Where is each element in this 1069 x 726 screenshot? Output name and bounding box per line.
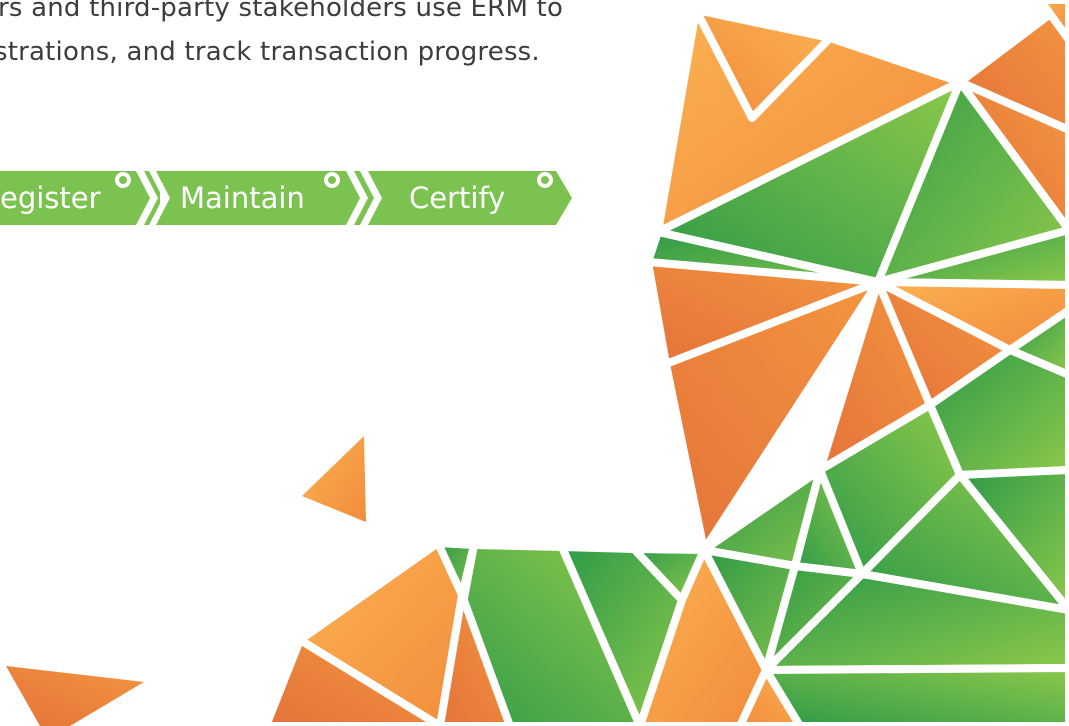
mosaic-tile xyxy=(762,664,1069,726)
floating-triangle-shard xyxy=(302,436,366,522)
ring-dot-icon xyxy=(324,172,340,188)
geometric-mosaic-illustration xyxy=(6,0,1069,726)
intro-text: rs and third-party stakeholders use ERM … xyxy=(0,0,640,74)
floating-triangle-shard xyxy=(6,666,144,726)
step-certify[interactable]: Certify xyxy=(368,171,574,225)
step-label: Maintain xyxy=(180,181,305,215)
ring-dot-icon xyxy=(115,172,131,188)
process-steps: egister Maintain Certify xyxy=(0,171,580,225)
page: rs and third-party stakeholders use ERM … xyxy=(0,0,1069,726)
step-label: egister xyxy=(0,181,101,215)
step-maintain[interactable]: Maintain xyxy=(156,171,381,225)
ring-dot-icon xyxy=(537,172,553,188)
intro-line-2: strations, and track transaction progres… xyxy=(0,37,540,67)
step-register[interactable]: egister xyxy=(0,171,160,225)
intro-line-1: rs and third-party stakeholders use ERM … xyxy=(0,0,564,23)
step-label: Certify xyxy=(409,181,506,215)
